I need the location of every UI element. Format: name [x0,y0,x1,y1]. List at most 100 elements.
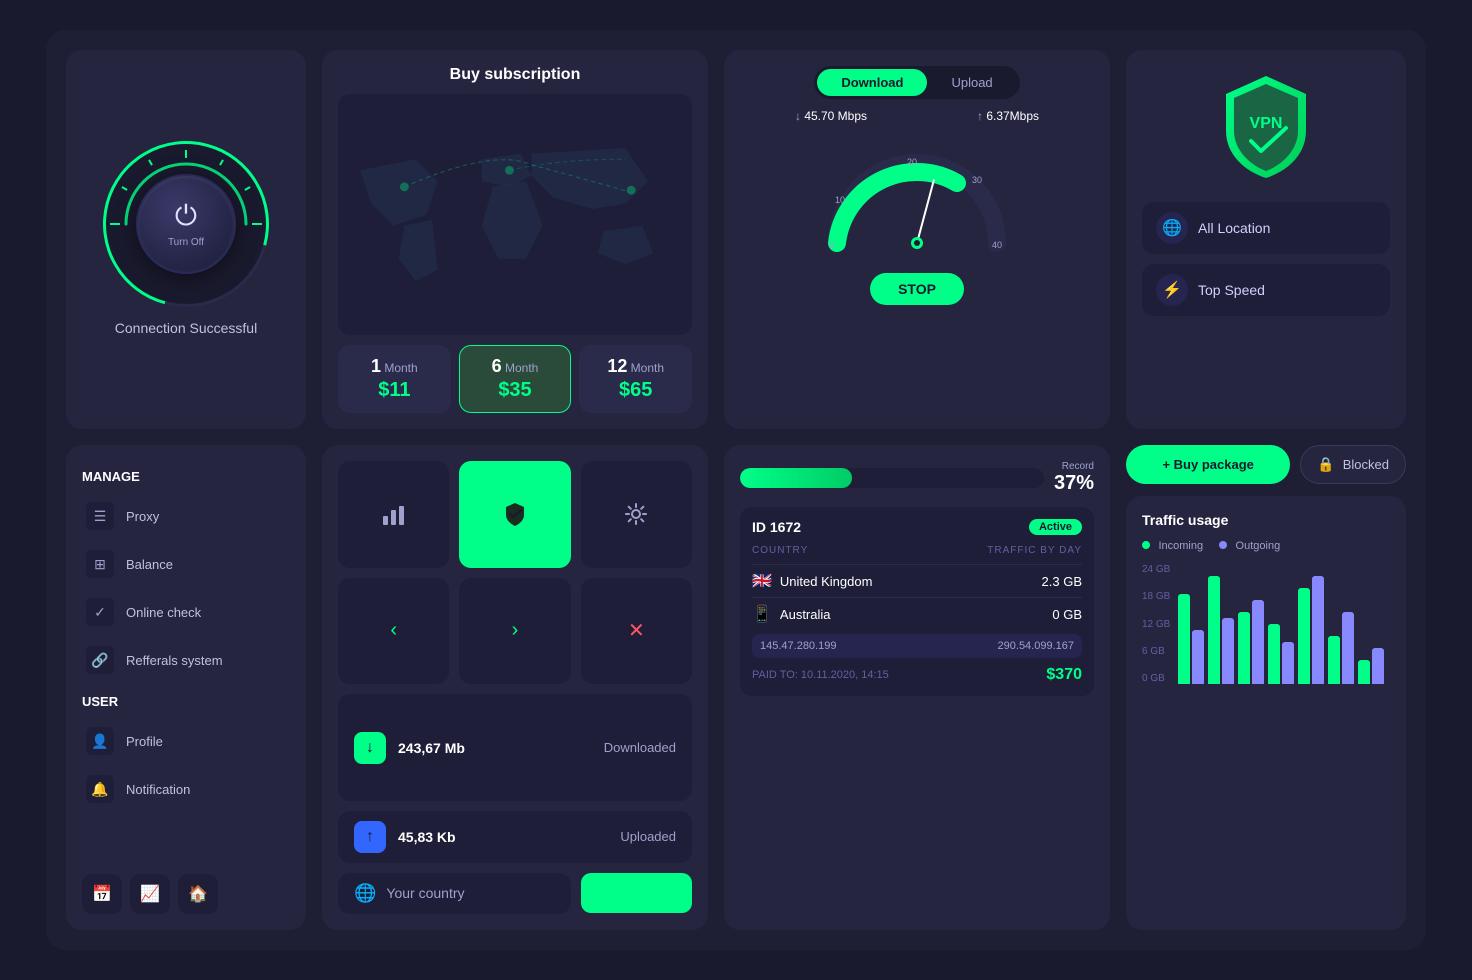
world-map [338,94,692,335]
menu-online-check[interactable]: ✓ Online check [82,590,290,634]
power-ring: ⏻ Turn Off [106,144,266,304]
menu-profile[interactable]: 👤 Profile [82,719,290,763]
upload-transfer-row: ↑ 45,83 Kb Uploaded [338,811,692,863]
vpn-panel: VPN 🌐 All Location ⚡ Top Speed [1126,50,1406,429]
outgoing-label: Outgoing [1236,540,1281,552]
y-label: 24 GB [1142,564,1170,575]
download-type: Downloaded [604,740,676,755]
calendar-icon[interactable]: 📅 [82,874,122,914]
subscription-plans: 1 Month $11 6 Month $35 12 Month $65 [338,345,692,413]
manage-panel: MANAGE ☰ Proxy ⊞ Balance ✓ Online check … [66,445,306,930]
outgoing-bar [1252,600,1264,684]
progress-bar-fill [740,468,852,488]
outgoing-bar [1312,576,1324,684]
ctrl-shield-btn[interactable] [459,461,570,568]
country-submit-btn[interactable] [581,873,692,913]
conn-id: ID 1672 [752,519,801,535]
menu-balance[interactable]: ⊞ Balance [82,542,290,586]
traffic-header: TRAFFIC BY DAY [919,545,1082,556]
paid-row: PAID TO: 10.11.2020, 14:15 $370 [752,666,1082,684]
ctrl-chart-btn[interactable] [338,461,449,568]
record-info: Record 37% [1054,461,1094,495]
plan-6-duration: 6 Month [492,356,539,377]
incoming-dot [1142,541,1150,549]
plan-12month[interactable]: 12 Month $65 [579,345,692,413]
incoming-bar [1238,612,1250,684]
record-row: Record 37% [740,461,1094,495]
upload-tab[interactable]: Upload [927,69,1016,96]
incoming-bar [1268,624,1280,684]
outgoing-bar [1222,618,1234,684]
traffic-title: Traffic usage [1142,512,1390,528]
bar-group [1208,576,1234,684]
download-stat: ↓ 45.70 Mbps [795,109,867,123]
download-transfer-row: ↓ 243,67 Mb Downloaded [338,694,692,801]
country-placeholder: Your country [386,885,464,901]
bar-group [1268,624,1294,684]
ctrl-prev-btn[interactable]: ‹ [338,578,449,685]
outgoing-bar [1342,612,1354,684]
incoming-bar [1358,660,1370,684]
chart-icon[interactable]: 📈 [130,874,170,914]
home-icon[interactable]: 🏠 [178,874,218,914]
vpn-feature-speed[interactable]: ⚡ Top Speed [1142,264,1390,316]
profile-icon: 👤 [86,727,114,755]
plan-6month[interactable]: 6 Month $35 [459,345,572,413]
bar-group [1178,594,1204,684]
ctrl-settings-btn[interactable] [581,461,692,568]
svg-text:40: 40 [992,240,1002,250]
proxy-label: Proxy [126,509,159,524]
traffic-chart: 24 GB18 GB12 GB6 GB0 GB [1142,564,1390,684]
download-tab[interactable]: Download [817,69,927,96]
stop-button[interactable]: STOP [870,273,964,305]
y-label: 6 GB [1142,646,1170,657]
feature-speed-label: Top Speed [1198,282,1265,298]
buy-package-button[interactable]: + Buy package [1126,445,1290,484]
record-label: Record [1054,461,1094,472]
upload-value: 45,83 Kb [398,829,456,845]
incoming-bar [1298,588,1310,684]
upload-stat: ↑ 6.37Mbps [977,109,1039,123]
lock-icon: 🔒 [1317,456,1334,473]
au-country: Australia [780,607,831,622]
plan-1month[interactable]: 1 Month $11 [338,345,451,413]
notification-label: Notification [126,782,190,797]
download-transfer-icon: ↓ [354,732,386,764]
proxy-icon: ☰ [86,502,114,530]
vpn-feature-location[interactable]: 🌐 All Location [1142,202,1390,254]
action-panel: + Buy package 🔒 Blocked Traffic usage In… [1126,445,1406,930]
power-panel: ⏻ Turn Off Connection Successful [66,50,306,429]
bar-group [1238,600,1264,684]
menu-proxy[interactable]: ☰ Proxy [82,494,290,538]
blocked-button[interactable]: 🔒 Blocked [1300,445,1406,484]
incoming-bar [1208,576,1220,684]
uk-traffic: 2.3 GB [1042,574,1082,589]
speed-icon: ⚡ [1156,274,1188,306]
ctrl-close-btn[interactable]: ✕ [581,578,692,685]
menu-referrals[interactable]: 🔗 Refferals system [82,638,290,682]
balance-label: Balance [126,557,173,572]
referrals-icon: 🔗 [86,646,114,674]
traffic-panel: Traffic usage Incoming Outgoing 24 GB18 … [1126,496,1406,930]
ip1: 145.47.280.199 [760,640,836,652]
user-title: USER [82,694,290,709]
notification-icon: 🔔 [86,775,114,803]
au-flag: 📱 [752,604,772,624]
bar-group [1328,612,1354,684]
incoming-bar [1328,636,1340,684]
conn-ip-row: 145.47.280.199 290.54.099.167 [752,634,1082,658]
speed-stats: ↓ 45.70 Mbps ↑ 6.37Mbps [740,109,1094,123]
referrals-label: Refferals system [126,653,223,668]
chart-bars [1178,564,1390,684]
subscription-title: Buy subscription [338,66,692,84]
paid-label: PAID TO: 10.11.2020, 14:15 [752,669,889,681]
manage-title: MANAGE [82,469,290,484]
menu-notification[interactable]: 🔔 Notification [82,767,290,811]
chart-y-labels: 24 GB18 GB12 GB6 GB0 GB [1142,564,1170,684]
ctrl-next-btn[interactable]: › [459,578,570,685]
check-icon: ✓ [86,598,114,626]
outgoing-bar [1192,630,1204,684]
conn-badge: Active [1029,519,1082,535]
svg-text:0: 0 [829,240,834,250]
svg-text:30: 30 [972,175,982,185]
